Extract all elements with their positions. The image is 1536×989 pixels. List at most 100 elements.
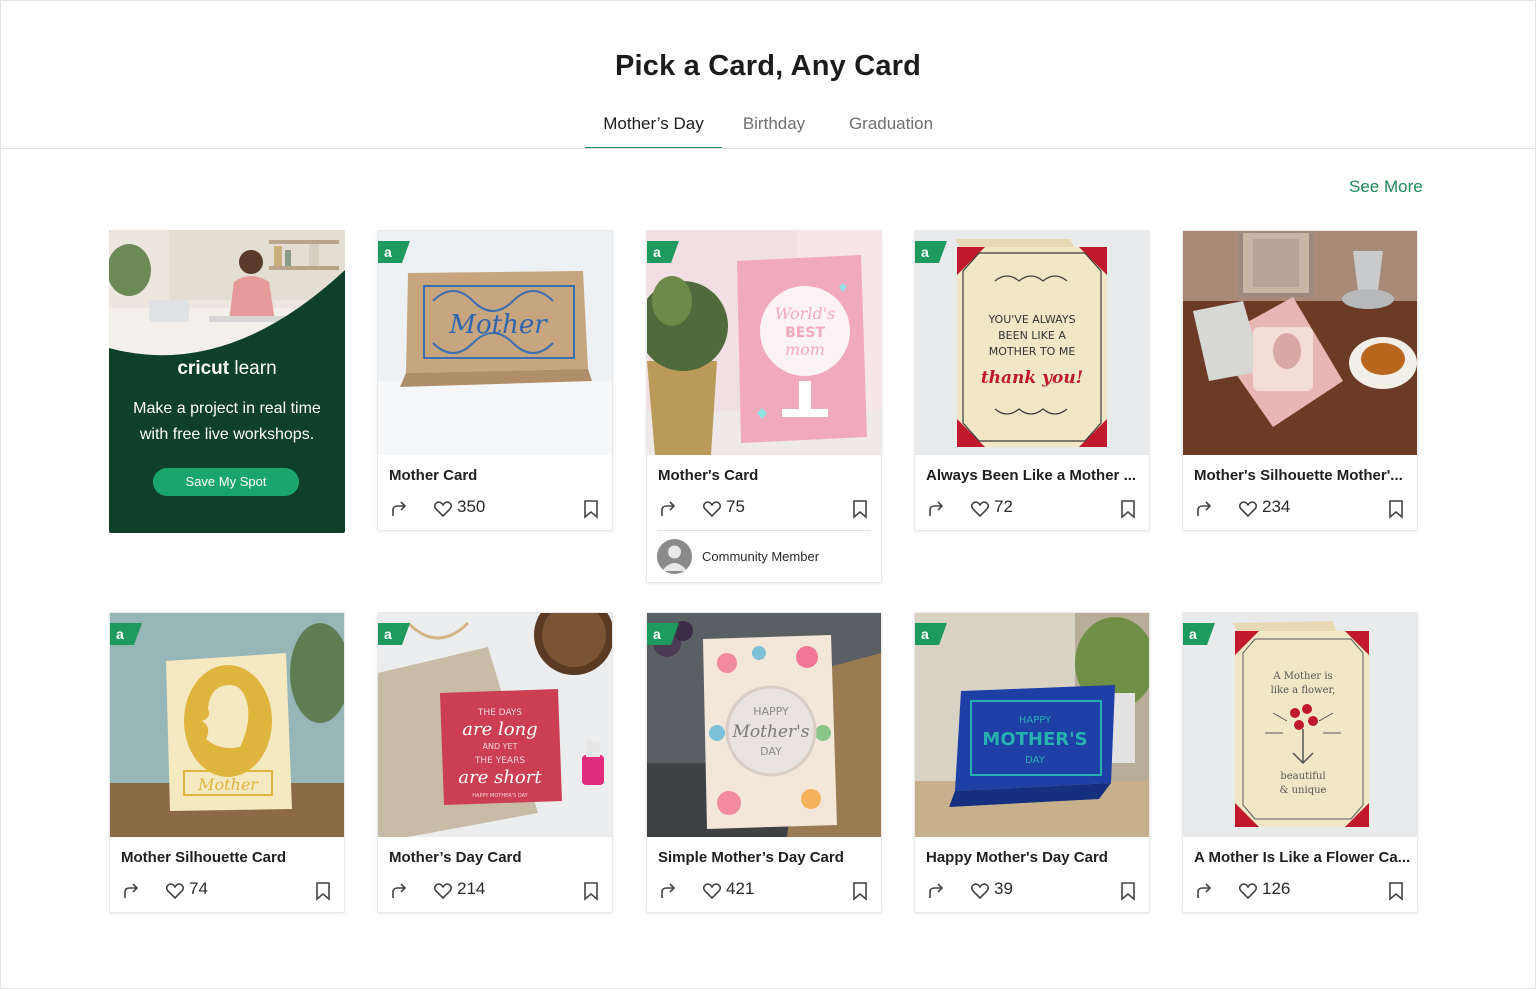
promo-copy: Make a project in real time with free li…: [133, 400, 321, 443]
like-count: 126: [1262, 879, 1291, 898]
bookmark-icon[interactable]: [1387, 881, 1405, 901]
heart-icon[interactable]: [702, 881, 722, 901]
svg-text:a: a: [116, 626, 124, 642]
card-image: A Mother is like a flower, beautiful & u…: [1183, 613, 1417, 837]
cricut-learn-logo: cricut learn: [177, 358, 277, 379]
card-title[interactable]: Mother’s Day Card: [378, 837, 612, 875]
project-card[interactable]: THE DAYS are long AND YET THE YEARS are …: [377, 612, 613, 913]
tab-mothers-day[interactable]: Mother’s Day: [585, 112, 722, 149]
tab-graduation[interactable]: Graduation: [826, 112, 956, 149]
card-thumbnail[interactable]: [1183, 231, 1417, 455]
like-count: 39: [994, 879, 1013, 898]
heart-icon[interactable]: [1238, 499, 1258, 519]
bookmark-icon[interactable]: [314, 881, 332, 901]
project-card[interactable]: HAPPY MOTHER'S DAY a Happy Mother's Day …: [914, 612, 1150, 913]
see-more-link[interactable]: See More: [1349, 177, 1423, 197]
svg-text:a: a: [1189, 626, 1197, 642]
svg-text:a: a: [384, 244, 392, 260]
card-thumbnail[interactable]: HAPPY Mother's DAY a: [647, 613, 881, 837]
project-card[interactable]: Mother a Mother Silhouette Card 74: [109, 612, 345, 913]
card-image: HAPPY Mother's DAY: [647, 613, 881, 837]
access-badge-icon: a: [378, 623, 410, 645]
card-actions: 234: [1183, 493, 1417, 530]
card-title[interactable]: Mother Card: [378, 455, 612, 493]
svg-text:Mother's: Mother's: [731, 722, 809, 742]
tab-divider: [0, 148, 1536, 149]
svg-text:mom: mom: [785, 340, 825, 359]
promo-photo: [109, 230, 345, 360]
card-actions: 350: [378, 493, 612, 530]
svg-text:a: a: [653, 244, 661, 260]
svg-text:HAPPY: HAPPY: [1019, 715, 1052, 726]
card-title[interactable]: Always Been Like a Mother ...: [915, 455, 1149, 493]
share-icon[interactable]: [390, 881, 410, 901]
share-icon[interactable]: [659, 499, 679, 519]
user-avatar-icon: [662, 545, 687, 571]
heart-icon[interactable]: [433, 881, 453, 901]
project-card[interactable]: YOU'VE ALWAYS BEEN LIKE A MOTHER TO ME t…: [914, 230, 1150, 531]
bookmark-icon[interactable]: [582, 881, 600, 901]
card-thumbnail[interactable]: Mother a: [110, 613, 344, 837]
bookmark-icon[interactable]: [1119, 881, 1137, 901]
card-title[interactable]: Mother's Card: [647, 455, 881, 493]
bookmark-icon[interactable]: [851, 499, 869, 519]
heart-icon[interactable]: [970, 881, 990, 901]
card-title[interactable]: Mother Silhouette Card: [110, 837, 344, 875]
like-count: 214: [457, 879, 486, 898]
author-row[interactable]: Community Member: [657, 530, 871, 582]
svg-text:BEST: BEST: [785, 325, 825, 341]
svg-text:a: a: [653, 626, 661, 642]
share-icon[interactable]: [1195, 881, 1215, 901]
cricut-learn-promo[interactable]: cricut learn Make a project in real time…: [109, 230, 345, 533]
share-icon[interactable]: [390, 499, 410, 519]
heart-icon[interactable]: [433, 499, 453, 519]
card-title[interactable]: Happy Mother's Day Card: [915, 837, 1149, 875]
card-title[interactable]: A Mother Is Like a Flower Ca...: [1183, 837, 1417, 875]
share-icon[interactable]: [927, 499, 947, 519]
bookmark-icon[interactable]: [1387, 499, 1405, 519]
card-actions: 421: [647, 875, 881, 912]
access-badge-icon: a: [915, 241, 947, 263]
card-title[interactable]: Mother's Silhouette Mother'...: [1183, 455, 1417, 493]
project-card[interactable]: World's BEST mom a Mother's Card 75 Comm…: [646, 230, 882, 583]
card-thumbnail[interactable]: YOU'VE ALWAYS BEEN LIKE A MOTHER TO ME t…: [915, 231, 1149, 455]
svg-text:HAPPY: HAPPY: [753, 705, 789, 718]
like-count: 72: [994, 497, 1013, 516]
heart-icon[interactable]: [1238, 881, 1258, 901]
bookmark-icon[interactable]: [1119, 499, 1137, 519]
like-count: 74: [189, 879, 208, 898]
card-thumbnail[interactable]: A Mother is like a flower, beautiful & u…: [1183, 613, 1417, 837]
save-my-spot-button[interactable]: Save My Spot: [153, 468, 299, 496]
card-thumbnail[interactable]: HAPPY MOTHER'S DAY a: [915, 613, 1149, 837]
author-name: Community Member: [702, 549, 820, 564]
heart-icon[interactable]: [702, 499, 722, 519]
svg-text:Mother: Mother: [448, 310, 548, 340]
card-thumbnail[interactable]: Mother a: [378, 231, 612, 455]
heart-icon[interactable]: [165, 881, 185, 901]
project-card[interactable]: A Mother is like a flower, beautiful & u…: [1182, 612, 1418, 913]
card-thumbnail[interactable]: World's BEST mom a: [647, 231, 881, 455]
card-title[interactable]: Simple Mother’s Day Card: [647, 837, 881, 875]
project-card[interactable]: HAPPY Mother's DAY a Simple Mother’s Day…: [646, 612, 882, 913]
svg-text:YOU'VE ALWAYS: YOU'VE ALWAYS: [987, 313, 1075, 326]
share-icon[interactable]: [927, 881, 947, 901]
svg-text:beautiful: beautiful: [1280, 771, 1325, 782]
heart-icon[interactable]: [970, 499, 990, 519]
share-icon[interactable]: [1195, 499, 1215, 519]
access-badge-icon: a: [110, 623, 142, 645]
card-image: Mother: [378, 231, 612, 455]
svg-text:MOTHER'S: MOTHER'S: [982, 729, 1087, 750]
category-tabs: Mother’s Day Birthday Graduation: [585, 112, 956, 149]
svg-text:are long: are long: [462, 719, 537, 740]
bookmark-icon[interactable]: [582, 499, 600, 519]
project-card[interactable]: Mother a Mother Card 350: [377, 230, 613, 531]
bookmark-icon[interactable]: [851, 881, 869, 901]
svg-text:like a flower,: like a flower,: [1271, 685, 1336, 696]
tab-birthday[interactable]: Birthday: [722, 112, 826, 149]
share-icon[interactable]: [122, 881, 142, 901]
project-card[interactable]: Mother's Silhouette Mother'... 234: [1182, 230, 1418, 531]
card-thumbnail[interactable]: THE DAYS are long AND YET THE YEARS are …: [378, 613, 612, 837]
card-actions: 39: [915, 875, 1149, 912]
svg-text:DAY: DAY: [1025, 755, 1046, 766]
share-icon[interactable]: [659, 881, 679, 901]
